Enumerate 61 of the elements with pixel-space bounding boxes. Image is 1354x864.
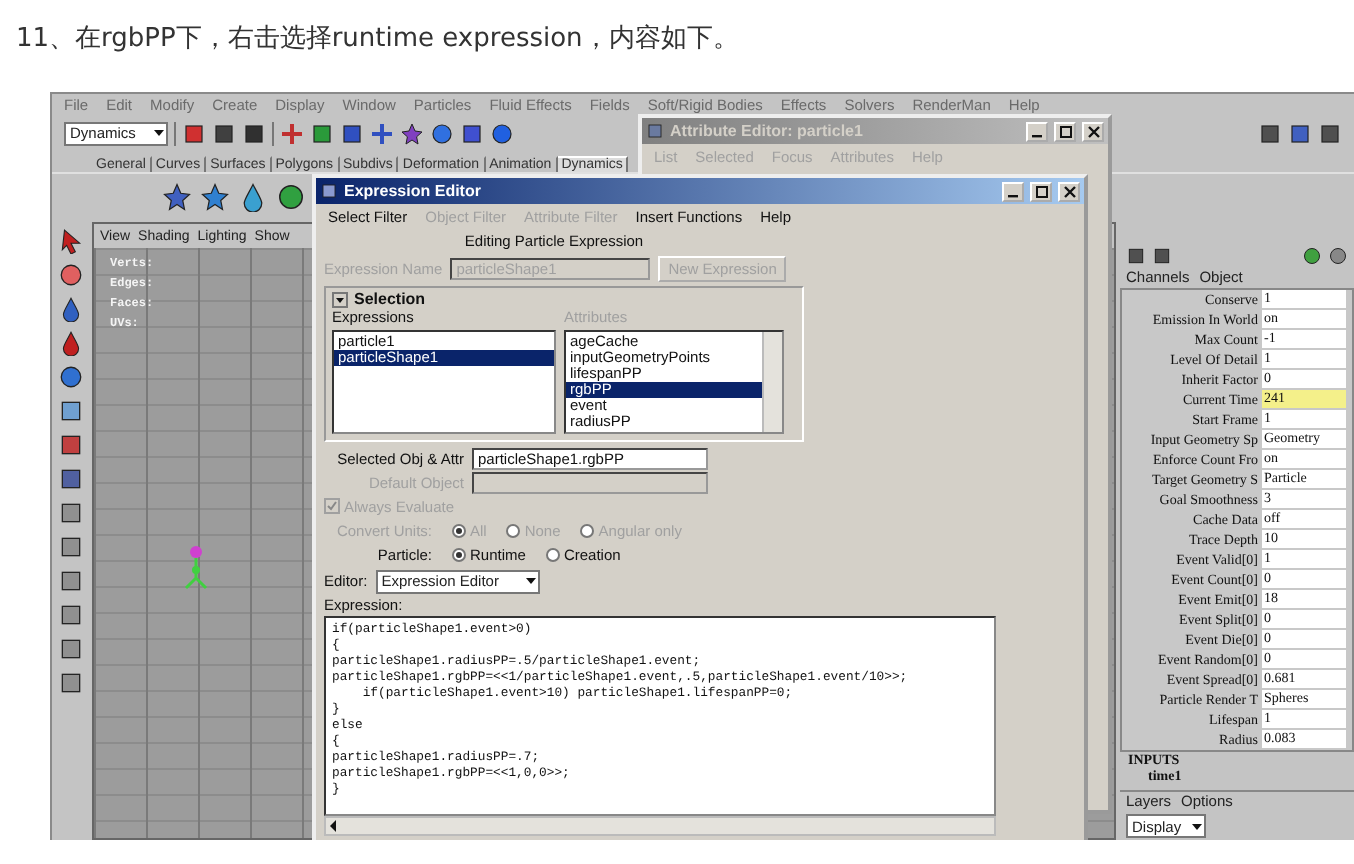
star-icon[interactable]	[162, 181, 192, 211]
window-icon	[320, 182, 338, 200]
minimize-button[interactable]	[1026, 121, 1048, 141]
star-icon[interactable]	[200, 181, 230, 211]
square-icon[interactable]	[57, 568, 83, 594]
maximize-button[interactable]	[1030, 181, 1052, 201]
square-icon[interactable]	[340, 121, 364, 145]
close-button[interactable]	[1082, 121, 1104, 141]
window-icon	[646, 122, 664, 140]
drop-icon[interactable]	[57, 330, 83, 356]
close-button[interactable]	[1058, 181, 1080, 201]
default-object-field[interactable]	[472, 471, 708, 493]
check-icon	[326, 500, 338, 512]
caret-icon	[523, 574, 538, 588]
square-icon[interactable]	[242, 121, 266, 145]
maximize-icon	[1059, 125, 1071, 137]
caret-icon	[332, 291, 348, 307]
square-icon[interactable]	[57, 636, 83, 662]
circle-icon[interactable]	[57, 364, 83, 390]
caret-icon	[152, 126, 166, 140]
close-icon	[1063, 185, 1075, 197]
square-icon[interactable]	[1126, 245, 1146, 266]
code-editor[interactable]	[324, 616, 996, 816]
caret-icon	[1190, 819, 1204, 833]
square-icon[interactable]	[1288, 121, 1312, 145]
circle-icon[interactable]	[1328, 245, 1348, 266]
square-icon[interactable]	[1258, 121, 1282, 145]
square-icon[interactable]	[1152, 245, 1172, 266]
square-icon[interactable]	[1318, 121, 1342, 145]
square-icon[interactable]	[57, 466, 83, 492]
square-icon[interactable]	[182, 121, 206, 145]
window-title: Expression Editor	[344, 182, 483, 200]
scrollbar[interactable]	[324, 816, 996, 836]
square-icon[interactable]	[57, 432, 83, 458]
close-icon	[1087, 125, 1099, 137]
square-icon[interactable]	[460, 121, 484, 145]
plus-icon[interactable]	[370, 121, 394, 145]
square-icon[interactable]	[57, 602, 83, 628]
circle-icon[interactable]	[57, 262, 83, 288]
scrollbar[interactable]	[762, 332, 782, 432]
window-title: Attribute Editor: particle1	[670, 122, 865, 140]
circle-icon[interactable]	[1302, 245, 1322, 266]
circle-icon[interactable]	[490, 121, 514, 145]
plus-icon[interactable]	[280, 121, 304, 145]
square-icon[interactable]	[57, 500, 83, 526]
square-icon[interactable]	[212, 121, 236, 145]
section-toggle[interactable]: Selection	[332, 290, 426, 308]
square-icon[interactable]	[310, 121, 334, 145]
star-icon[interactable]	[400, 121, 424, 145]
square-icon[interactable]	[57, 534, 83, 560]
square-icon[interactable]	[57, 398, 83, 424]
square-icon[interactable]	[57, 670, 83, 696]
drop-icon[interactable]	[238, 181, 268, 211]
caption-text: 11、在rgbPP下，右击选择runtime expression，内容如下。	[14, 22, 741, 58]
minimize-button[interactable]	[1002, 181, 1024, 201]
maximize-icon	[1035, 185, 1047, 197]
maximize-button[interactable]	[1054, 121, 1076, 141]
arrow-icon[interactable]	[57, 228, 83, 254]
circle-icon[interactable]	[430, 121, 454, 145]
circle-icon[interactable]	[276, 181, 306, 211]
drop-icon[interactable]	[57, 296, 83, 322]
